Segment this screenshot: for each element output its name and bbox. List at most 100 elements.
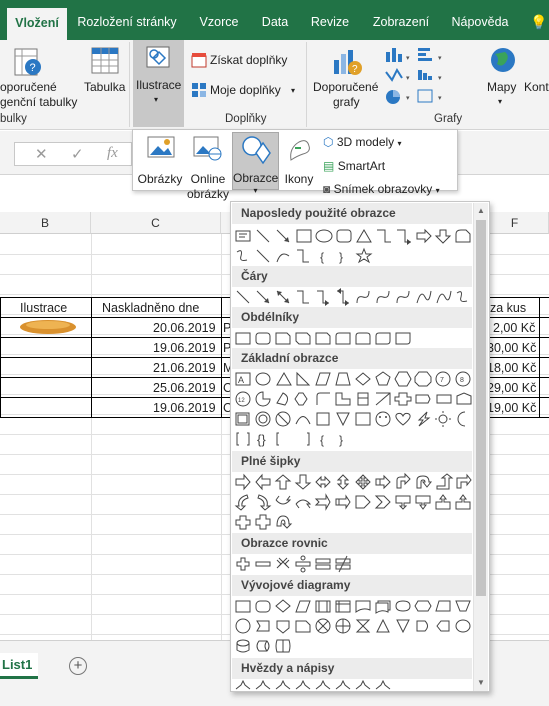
flowchart-row-2[interactable] xyxy=(233,616,473,636)
block-arrows-row-3[interactable] xyxy=(233,512,473,532)
smartart-icon: ▤ xyxy=(323,159,335,173)
cell-price-1[interactable]: 2,00 Kč xyxy=(493,318,535,338)
svg-text:A: A xyxy=(238,375,244,385)
recommended-charts-label[interactable]: Doporučené xyxy=(313,80,378,95)
cell-price-3[interactable]: 18,00 Kč xyxy=(487,358,536,378)
cell-price-2[interactable]: 30,00 Kč xyxy=(487,338,536,358)
basic-shapes-row-4[interactable]: {} { } xyxy=(233,429,473,449)
section-lines: Čáry xyxy=(232,266,472,287)
cancel-icon[interactable]: ✕ xyxy=(35,145,48,163)
chart-type-icons-1[interactable]: ▾ ▾ ▾ xyxy=(384,44,414,108)
svg-text:?: ? xyxy=(30,62,36,74)
online-pictures-label-2: obrázky xyxy=(186,187,230,201)
ribbon-tab-bar: Vložení Rozložení stránky Vzorce Data Re… xyxy=(0,0,549,40)
section-recent: Naposledy použité obrazce xyxy=(232,203,472,224)
scroll-thumb[interactable] xyxy=(476,220,486,596)
svg-text:{: { xyxy=(320,433,324,447)
tab-review[interactable]: Revize xyxy=(307,0,353,40)
sheet-tab-list1[interactable]: List1 xyxy=(0,653,38,679)
online-pictures-button[interactable]: Online obrázky xyxy=(185,134,231,201)
basic-shapes-row-2[interactable]: 12 xyxy=(233,389,473,409)
tab-formulas[interactable]: Vzorce xyxy=(194,0,244,40)
tell-me-icon[interactable]: 💡 xyxy=(528,0,549,40)
column-header-b[interactable]: B xyxy=(0,212,91,234)
pivot-chart-label[interactable]: Kont xyxy=(524,80,549,95)
svg-text:▾: ▾ xyxy=(406,95,410,102)
icons-label: Ikony xyxy=(284,172,314,186)
cell-price-4[interactable]: 29,00 Kč xyxy=(487,378,536,398)
section-basic-shapes: Základní obrazce xyxy=(232,348,472,369)
equation-shapes-row[interactable] xyxy=(233,554,473,574)
chart-type-icons-2[interactable]: ▾ ▾ ▾ xyxy=(416,44,448,108)
illustrations-label: Ilustrace xyxy=(136,78,182,92)
svg-text:12: 12 xyxy=(238,398,245,404)
basic-shapes-row-1[interactable]: A 7 8 xyxy=(233,369,473,389)
column-header-c[interactable]: C xyxy=(91,212,221,234)
tab-help[interactable]: Nápověda xyxy=(447,0,513,40)
chevron-down-icon: ▾ xyxy=(435,186,440,195)
online-pictures-label: Online xyxy=(190,172,226,186)
basic-shapes-row-3[interactable] xyxy=(233,409,473,429)
3d-models-button[interactable]: ⬡ 3D modely ▾ xyxy=(323,135,402,149)
maps-button[interactable]: Mapy xyxy=(487,80,516,95)
group-addins-label: Doplňky xyxy=(225,113,267,125)
header-naskladneno[interactable]: Naskladněno dne xyxy=(102,298,199,318)
chevron-down-icon: ▾ xyxy=(154,95,159,104)
cell-date-2[interactable]: 19.06.2019 xyxy=(153,338,216,358)
scroll-up-icon[interactable]: ▲ xyxy=(477,206,485,215)
3d-models-label: 3D modely xyxy=(336,135,395,149)
add-sheet-icon[interactable]: + xyxy=(69,657,87,675)
block-arrows-row-2[interactable] xyxy=(233,492,473,512)
recent-shapes-row-1[interactable] xyxy=(233,226,473,246)
tab-view[interactable]: Zobrazení xyxy=(366,0,436,40)
cell-date-4[interactable]: 25.06.2019 xyxy=(153,378,216,398)
flowchart-row-1[interactable] xyxy=(233,596,473,616)
cell-date-3[interactable]: 21.06.2019 xyxy=(153,358,216,378)
function-icon[interactable]: fx xyxy=(107,145,118,162)
flowchart-row-3[interactable] xyxy=(233,636,473,656)
stars-row[interactable] xyxy=(233,679,473,692)
illustrations-button[interactable]: Ilustrace ▾ xyxy=(133,40,184,127)
pivot-label-2[interactable]: genční tabulky xyxy=(0,95,77,110)
recommended-pivot-icon: ? xyxy=(14,48,41,76)
my-addins-button[interactable]: Moje doplňky xyxy=(210,83,281,98)
get-addins-button[interactable]: Získat doplňky xyxy=(210,53,287,68)
cell-date-5[interactable]: 19.06.2019 xyxy=(153,398,216,418)
cell-price-5[interactable]: 19,00 Kč xyxy=(487,398,536,418)
group-tables-label: bulky xyxy=(0,113,27,125)
group-charts-label: Grafy xyxy=(434,113,463,125)
column-header-f[interactable]: F xyxy=(481,212,549,234)
svg-text:▾: ▾ xyxy=(406,55,410,62)
svg-text:▾: ▾ xyxy=(406,75,410,82)
smartart-button[interactable]: ▤ SmartArt xyxy=(323,159,385,173)
cube-icon: ⬡ xyxy=(323,135,334,149)
recommended-charts-label-2[interactable]: grafy xyxy=(333,95,360,110)
shapes-chevron-icon: ▾ xyxy=(253,186,258,195)
section-equation-shapes: Obrazce rovnic xyxy=(232,533,472,554)
shapes-scrollbar[interactable]: ▲ ▼ xyxy=(473,203,488,691)
table-button[interactable]: Tabulka xyxy=(84,80,125,95)
pictures-button[interactable]: Obrázky xyxy=(137,134,183,188)
svg-text:?: ? xyxy=(352,64,358,75)
block-arrows-row-1[interactable] xyxy=(233,472,473,492)
my-addins-dropdown-icon[interactable]: ▾ xyxy=(291,83,295,98)
rectangles-row[interactable] xyxy=(233,328,473,348)
header-ilustrace[interactable]: Ilustrace xyxy=(20,298,67,318)
tab-data[interactable]: Data xyxy=(256,0,294,40)
lines-row[interactable] xyxy=(233,287,473,307)
maps-dropdown-icon[interactable]: ▾ xyxy=(498,94,502,109)
icons-button[interactable]: Ikony xyxy=(281,134,317,188)
pivot-label[interactable]: oporučené xyxy=(0,80,57,95)
tab-page-layout[interactable]: Rozložení stránky xyxy=(75,0,179,40)
screenshot-button[interactable]: ◙ Snímek obrazovky ▾ xyxy=(323,182,440,196)
tab-insert[interactable]: Vložení xyxy=(7,8,67,40)
bread-image[interactable] xyxy=(18,318,78,336)
shapes-button[interactable]: Obrazce ▾ xyxy=(232,132,279,195)
cell-date-1[interactable]: 20.06.2019 xyxy=(153,318,216,338)
scroll-down-icon[interactable]: ▼ xyxy=(477,678,485,687)
online-pictures-icon xyxy=(193,136,222,161)
enter-icon[interactable]: ✓ xyxy=(71,145,84,163)
my-addins-icon xyxy=(192,83,206,97)
recent-shapes-row-2[interactable]: {} xyxy=(233,246,473,266)
header-price[interactable]: za kus xyxy=(490,298,526,318)
